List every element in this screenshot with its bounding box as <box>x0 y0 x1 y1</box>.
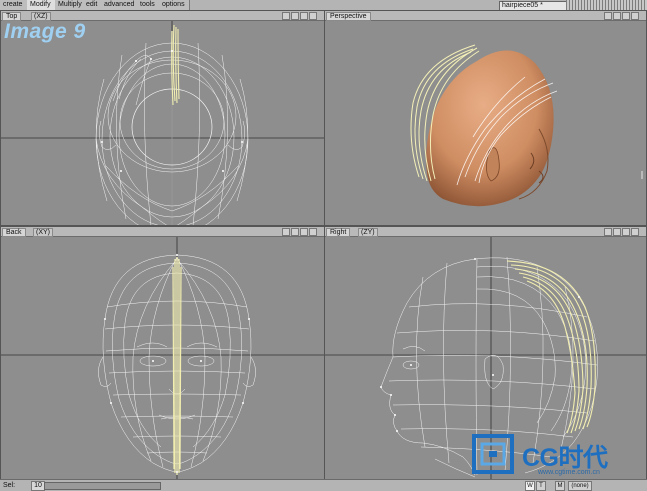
viewport-canvas[interactable] <box>1 237 324 480</box>
tab-options[interactable]: options <box>159 0 190 10</box>
selection-label: Sel: <box>3 482 16 489</box>
top-view-wireframe <box>1 21 324 225</box>
viewport-move-icon[interactable] <box>282 12 290 20</box>
viewport-move-icon[interactable] <box>282 228 290 236</box>
back-view-wireframe <box>1 237 324 480</box>
viewport-header: Back (XY) <box>1 227 324 237</box>
status-bar: Sel: 10 W T M (none) <box>0 479 647 491</box>
viewport-axis-label[interactable]: (ZY) <box>358 228 378 237</box>
viewport-zoom-icon[interactable] <box>622 12 630 20</box>
timeline-slider[interactable] <box>44 482 161 490</box>
tab-modify[interactable]: Modify <box>27 0 56 10</box>
viewport-maximize-icon[interactable] <box>631 228 639 236</box>
logo-url: www.cgtime.com.cn <box>538 469 600 476</box>
viewport-canvas[interactable] <box>325 21 646 225</box>
viewport-rotate-icon[interactable] <box>613 12 621 20</box>
viewport-maximize-icon[interactable] <box>309 12 317 20</box>
viewport-rotate-icon[interactable] <box>291 12 299 20</box>
cg-logo: CG时代 www.cgtime.com.cn <box>472 432 642 482</box>
viewport-zoom-icon[interactable] <box>300 12 308 20</box>
image-caption: Image 9 <box>4 20 86 43</box>
viewport-title[interactable]: Back <box>2 228 26 237</box>
viewport-zoom-icon[interactable] <box>300 228 308 236</box>
tab-edit[interactable]: edit <box>83 0 102 10</box>
viewport-rotate-icon[interactable] <box>291 228 299 236</box>
tab-multiply[interactable]: Multiply <box>55 0 84 10</box>
viewport-canvas[interactable] <box>1 21 324 225</box>
viewport-title[interactable]: Right <box>326 228 351 237</box>
viewport-move-icon[interactable] <box>604 12 612 20</box>
tab-tools[interactable]: tools <box>137 0 160 10</box>
viewport-maximize-icon[interactable] <box>631 12 639 20</box>
viewport-title[interactable]: Perspective <box>326 12 371 21</box>
viewport-zoom-icon[interactable] <box>622 228 630 236</box>
viewport-rotate-icon[interactable] <box>613 228 621 236</box>
viewport-maximize-icon[interactable] <box>309 228 317 236</box>
viewport-move-icon[interactable] <box>604 228 612 236</box>
perspective-render <box>410 44 643 207</box>
viewport-perspective[interactable]: Perspective <box>324 10 647 226</box>
tab-advanced[interactable]: advanced <box>101 0 138 10</box>
viewport-header: Right (ZY) <box>325 227 646 237</box>
viewport-axis-label[interactable]: (XY) <box>33 228 53 237</box>
viewport-back[interactable]: Back (XY) <box>0 226 325 481</box>
toolbar-grip <box>566 0 647 10</box>
logo-mark-icon <box>472 434 514 474</box>
viewport-header: Perspective <box>325 11 646 21</box>
tab-create[interactable]: create <box>0 0 29 10</box>
